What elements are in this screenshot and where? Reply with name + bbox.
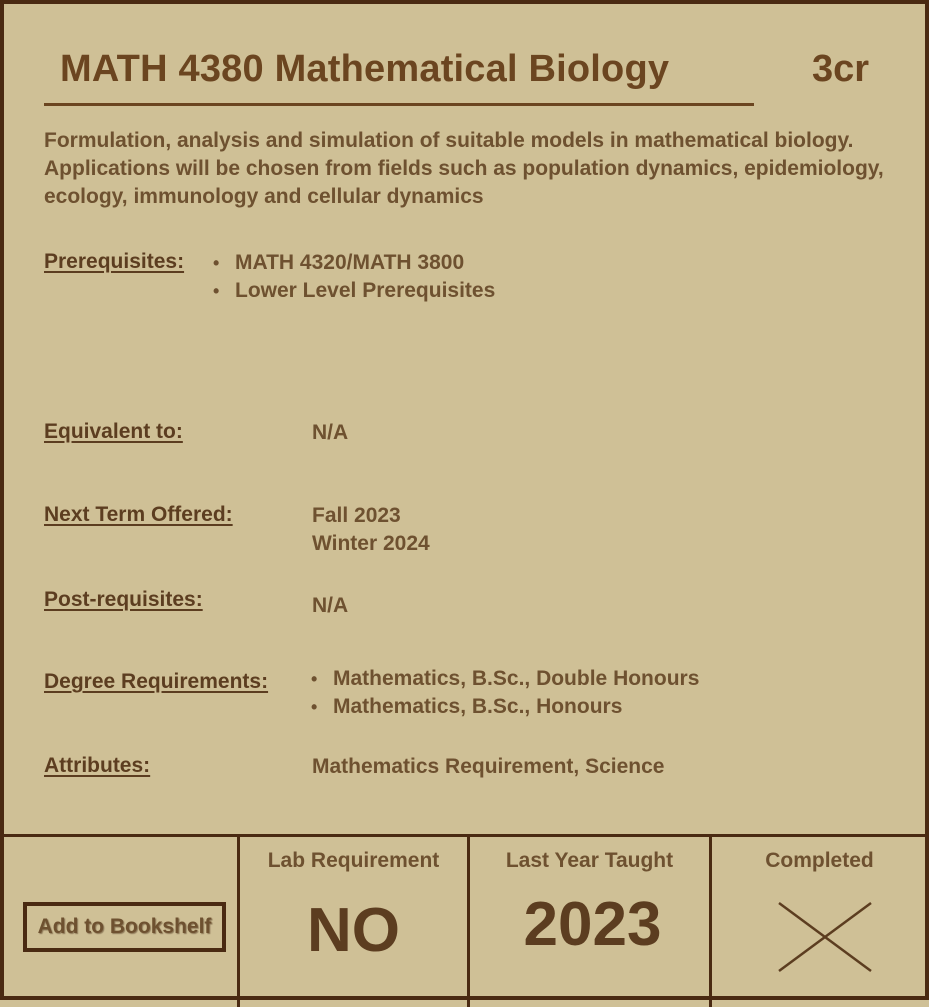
attributes-value: Mathematics Requirement, Science <box>312 755 665 778</box>
attributes-label: Attributes: <box>44 754 151 777</box>
postrequisites-label: Post-requisites: <box>44 588 203 611</box>
next-term-item: Winter 2024 <box>312 532 430 555</box>
course-title: MATH 4380 Mathematical Biology <box>60 48 670 90</box>
next-term-values: Fall 2023 Winter 2024 <box>312 502 430 558</box>
prerequisite-item: MATH 4320/MATH 3800 <box>213 249 495 277</box>
course-footer: Add to Bookshelf Lab Requirement NO Last… <box>4 834 929 1007</box>
equivalent-value: N/A <box>312 421 349 444</box>
next-term-label: Next Term Offered: <box>44 503 233 526</box>
course-card: MATH 4380 Mathematical Biology 3cr Formu… <box>0 0 929 1007</box>
degree-requirements-list: Mathematics, B.Sc., Double Honours Mathe… <box>311 665 699 721</box>
course-description: Formulation, analysis and simulation of … <box>44 129 884 208</box>
next-term-item: Fall 2023 <box>312 504 401 527</box>
prerequisites-list: MATH 4320/MATH 3800 Lower Level Prerequi… <box>213 249 495 305</box>
degree-requirements-label: Degree Requirements: <box>44 670 269 693</box>
lab-requirement-label: Lab Requirement <box>267 849 440 872</box>
lab-requirement-value: NO <box>307 896 400 965</box>
degree-requirement-item: Mathematics, B.Sc., Honours <box>311 693 699 721</box>
title-divider <box>44 103 754 106</box>
prerequisite-item: Lower Level Prerequisites <box>213 277 495 305</box>
last-year-taught-label: Last Year Taught <box>505 849 674 872</box>
last-year-taught-value: 2023 <box>523 890 662 959</box>
add-to-bookshelf-button[interactable]: Add to Bookshelf <box>23 902 226 952</box>
equivalent-label: Equivalent to: <box>44 420 183 443</box>
postrequisites-value: N/A <box>312 594 349 617</box>
course-credits: 3cr <box>812 48 870 90</box>
prerequisites-label: Prerequisites: <box>44 250 185 273</box>
completed-label: Completed <box>765 849 874 872</box>
x-mark-icon <box>777 901 873 973</box>
degree-requirement-item: Mathematics, B.Sc., Double Honours <box>311 665 699 693</box>
